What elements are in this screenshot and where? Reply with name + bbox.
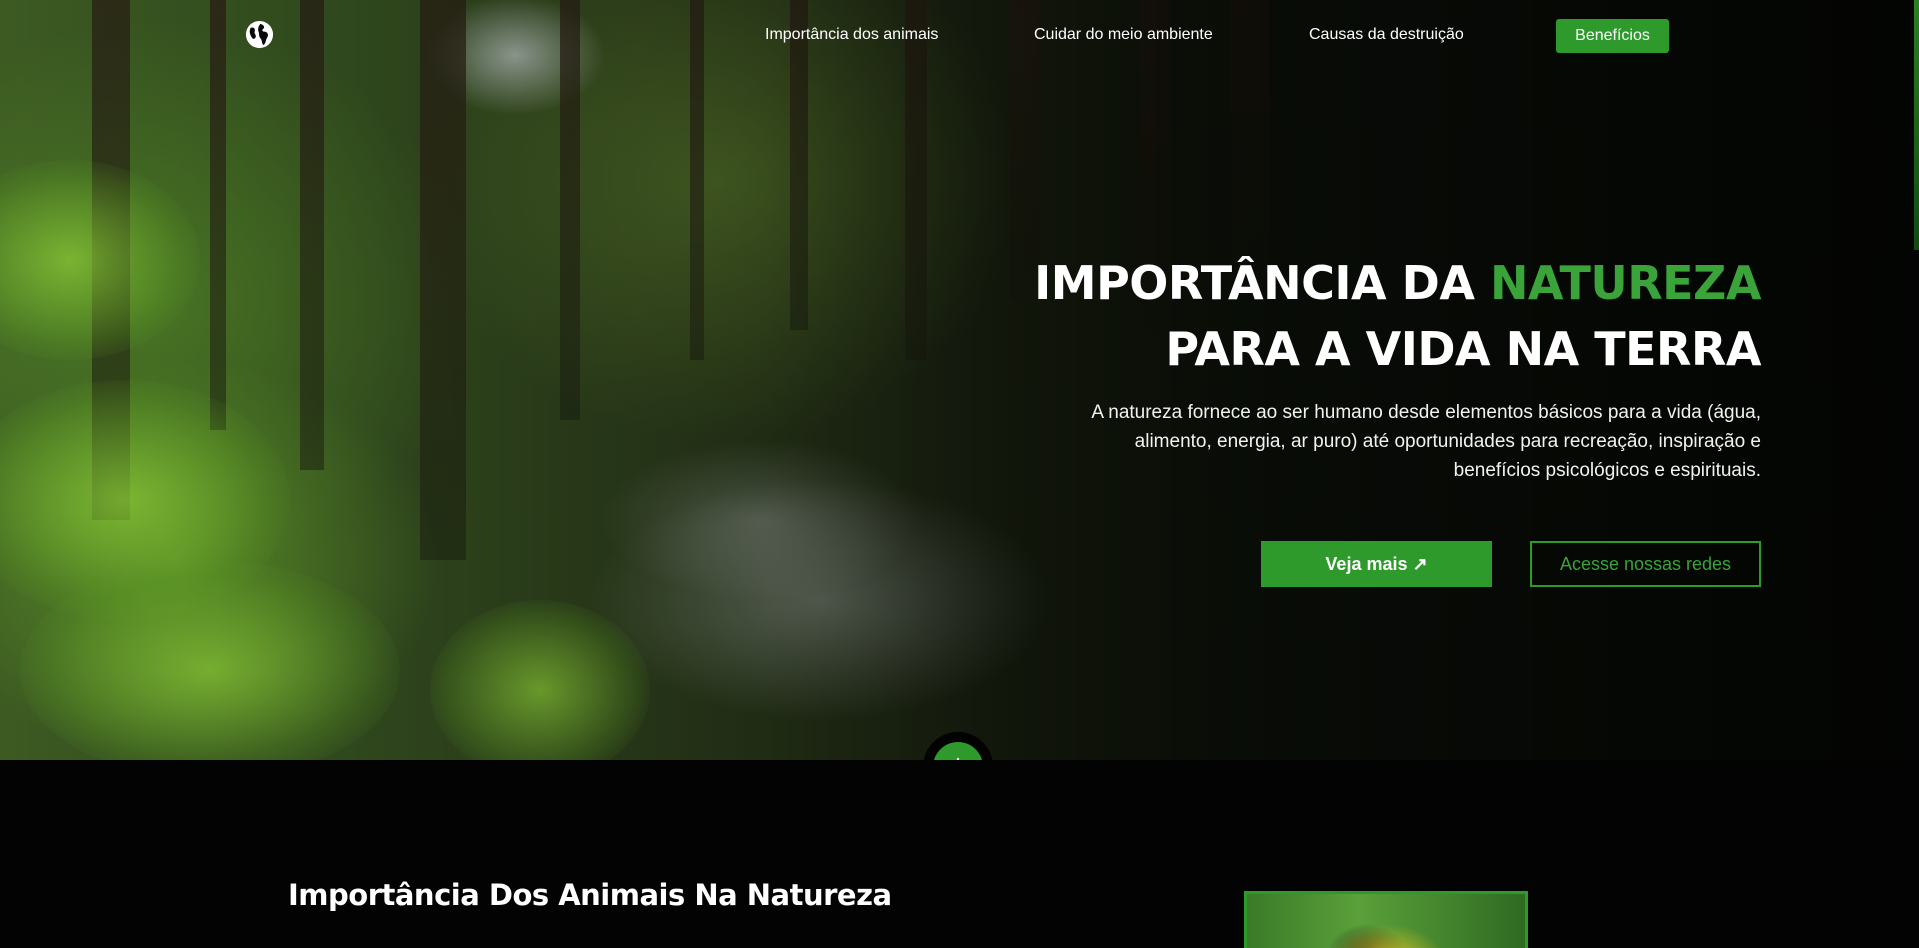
nav-link-importancia-animais[interactable]: Importância dos animais	[765, 26, 938, 44]
toucan-image	[1244, 891, 1528, 948]
hero-title: IMPORTÂNCIA DA NATUREZA PARA A VIDA NA T…	[1001, 250, 1761, 382]
nav-link-causas-destruicao[interactable]: Causas da destruição	[1309, 26, 1464, 44]
hero-description: A natureza fornece ao ser humano desde e…	[1091, 402, 1761, 481]
acesse-redes-button[interactable]: Acesse nossas redes	[1530, 541, 1761, 587]
veja-mais-button[interactable]: Veja mais ↗	[1261, 541, 1492, 587]
nav-link-cuidar-meio-ambiente[interactable]: Cuidar do meio ambiente	[1034, 26, 1213, 44]
section-title: Importância Dos Animais Na Natureza	[288, 878, 892, 912]
top-navigation: Importância dos animais Cuidar do meio a…	[0, 0, 1919, 70]
animals-section: Importância Dos Animais Na Natureza	[0, 760, 1919, 948]
beneficios-button[interactable]: Benefícios	[1556, 19, 1669, 53]
hero-title-part1: IMPORTÂNCIA DA	[1034, 256, 1490, 310]
hero-title-line2: PARA A VIDA NA TERRA	[1165, 322, 1761, 376]
hero-title-accent: NATUREZA	[1489, 256, 1762, 310]
globe-icon[interactable]	[244, 19, 275, 50]
